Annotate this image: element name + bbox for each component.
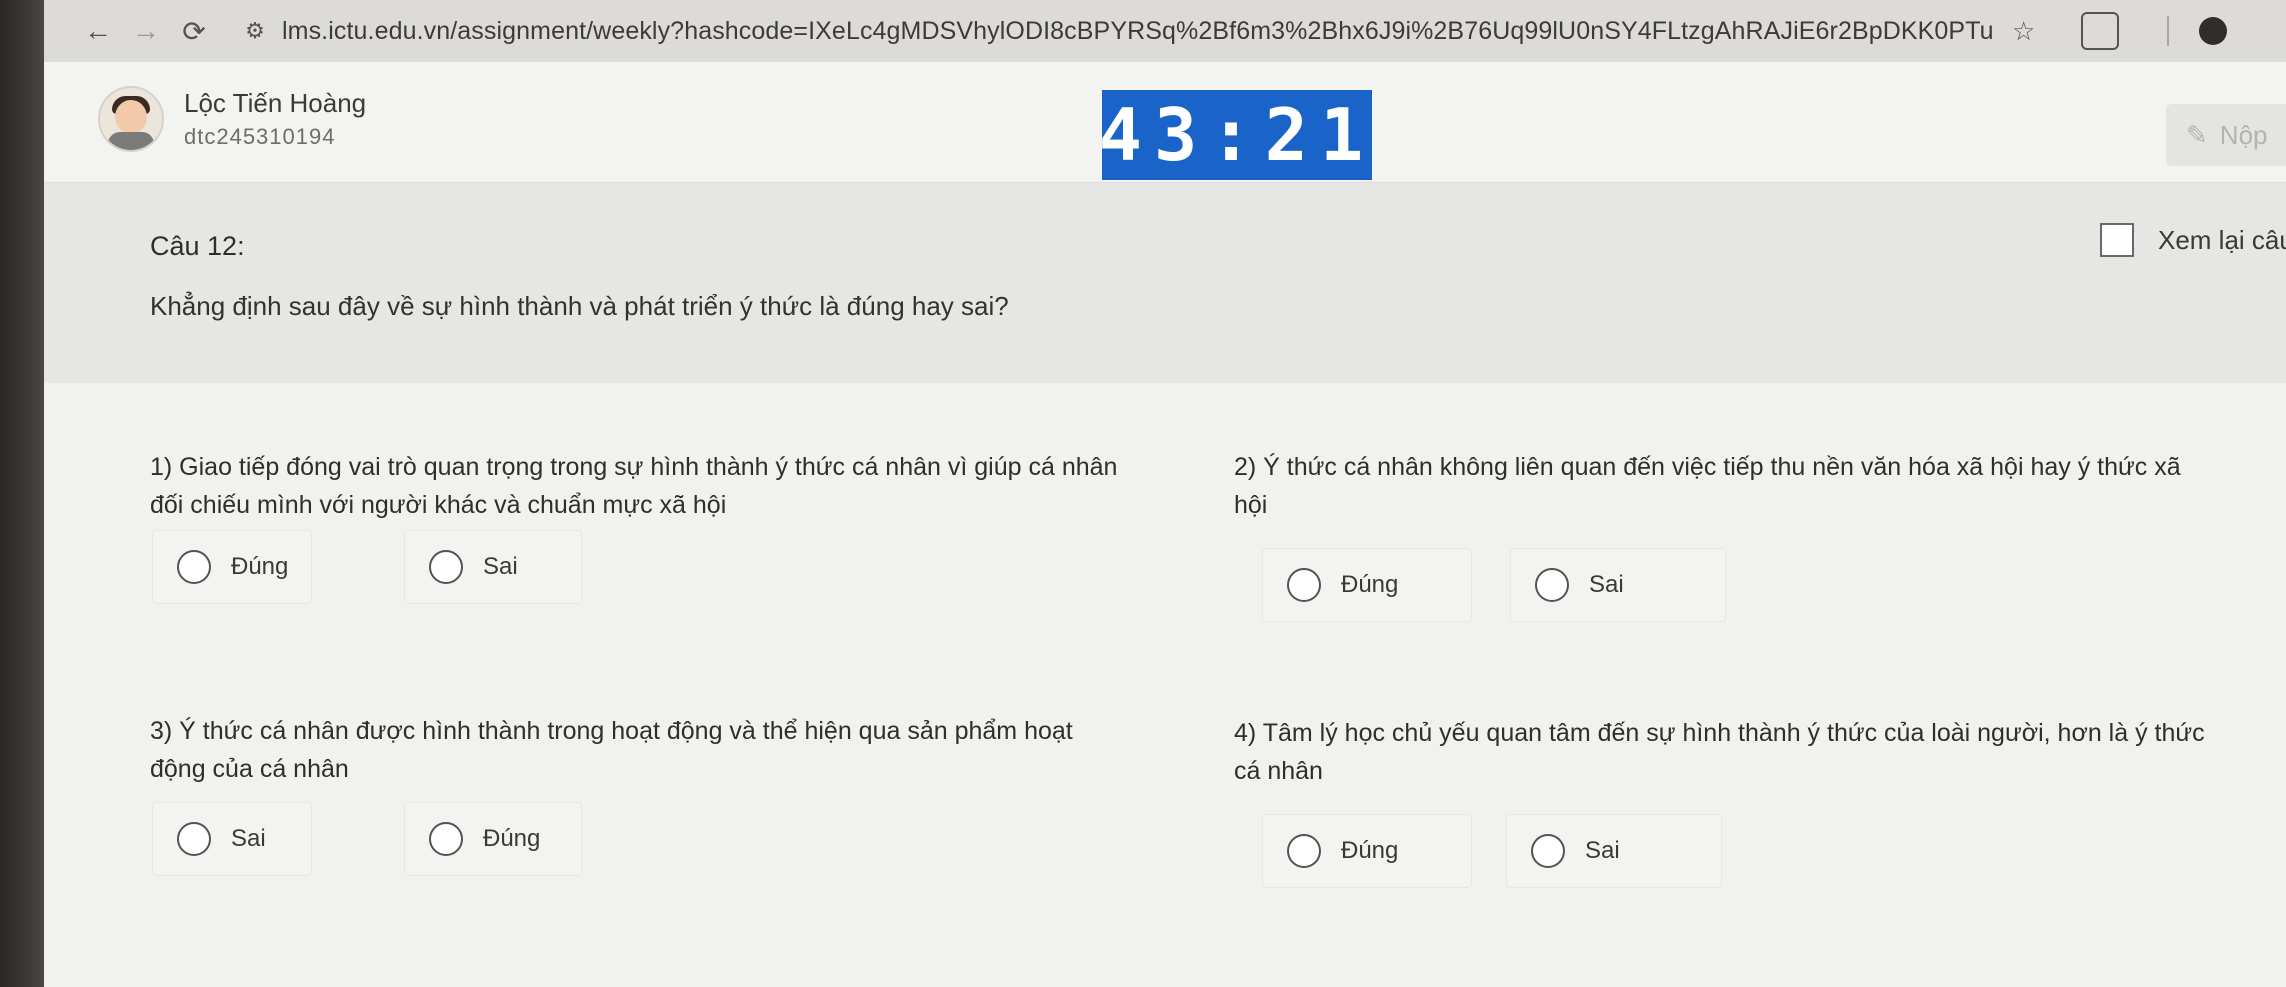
question-header: Câu 12: Khẳng định sau đây về sự hình th… <box>44 183 2286 383</box>
statement-1-option-1[interactable]: Đúng <box>152 530 312 604</box>
question-text: Khẳng định sau đây về sự hình thành và p… <box>150 291 1009 321</box>
statement-3-option-1[interactable]: Sai <box>152 802 312 876</box>
review-label: Xem lại câu <box>2158 224 2286 255</box>
statement-1-text: 1) Giao tiếp đóng vai trò quan trọng tro… <box>150 453 1118 519</box>
question-title: Câu 12: <box>150 231 245 261</box>
forward-arrow-icon[interactable]: → <box>128 13 164 49</box>
extensions-icon[interactable] <box>2081 12 2120 50</box>
statement-1-option-2[interactable]: Sai <box>404 530 582 604</box>
radio-button[interactable] <box>177 550 211 584</box>
user-name: Lộc Tiến Hoàng <box>184 88 367 118</box>
address-bar[interactable]: lms.ictu.edu.vn/assignment/weekly?hashco… <box>282 17 1992 46</box>
countdown-timer: 43:21 <box>1099 90 1372 180</box>
profile-icon[interactable] <box>2199 17 2228 45</box>
statement-4-text: 4) Tâm lý học chủ yếu quan tâm đến sự hì… <box>1234 719 2205 785</box>
statement-4-option-2[interactable]: Sai <box>1506 814 1722 888</box>
statement-2-option-2[interactable]: Sai <box>1510 548 1726 622</box>
user-id: dtc245310194 <box>184 124 336 149</box>
radio-button[interactable] <box>1287 834 1321 868</box>
radio-button[interactable] <box>429 550 463 584</box>
radio-button[interactable] <box>1287 568 1321 602</box>
submit-label: Nộp <box>2219 119 2268 150</box>
back-arrow-icon[interactable]: ← <box>80 13 116 49</box>
checkbox-icon[interactable] <box>2100 223 2134 257</box>
radio-button[interactable] <box>1531 834 1565 868</box>
radio-button[interactable] <box>429 822 463 856</box>
site-info-icon[interactable]: ⚙ <box>238 14 272 48</box>
avatar <box>98 86 164 152</box>
browser-toolbar: ← → ⟳ ⚙ lms.ictu.edu.vn/assignment/weekl… <box>44 0 2286 63</box>
radio-button[interactable] <box>177 822 211 856</box>
browser-window: ← → ⟳ ⚙ lms.ictu.edu.vn/assignment/weekl… <box>44 0 2286 987</box>
submit-button[interactable]: ✎ Nộp <box>2166 104 2286 166</box>
radio-button[interactable] <box>1535 568 1569 602</box>
monitor-bezel <box>0 0 44 987</box>
statement-3-text: 3) Ý thức cá nhân được hình thành trong … <box>150 717 1073 783</box>
edit-icon: ✎ <box>2186 119 2208 150</box>
bookmark-star-icon[interactable]: ☆ <box>2012 16 2035 47</box>
reload-icon[interactable]: ⟳ <box>176 13 212 49</box>
review-checkbox[interactable]: Xem lại câu <box>2100 223 2286 257</box>
statement-4-option-1[interactable]: Đúng <box>1262 814 1472 888</box>
statement-2-option-1[interactable]: Đúng <box>1262 548 1472 622</box>
toolbar-divider <box>2167 16 2170 46</box>
statement-3-option-2[interactable]: Đúng <box>404 802 582 876</box>
statement-2-text: 2) Ý thức cá nhân không liên quan đến vi… <box>1234 453 2181 519</box>
exam-header: Lộc Tiến Hoàng dtc245310194 43:21 ✎ Nộp <box>44 62 2286 183</box>
